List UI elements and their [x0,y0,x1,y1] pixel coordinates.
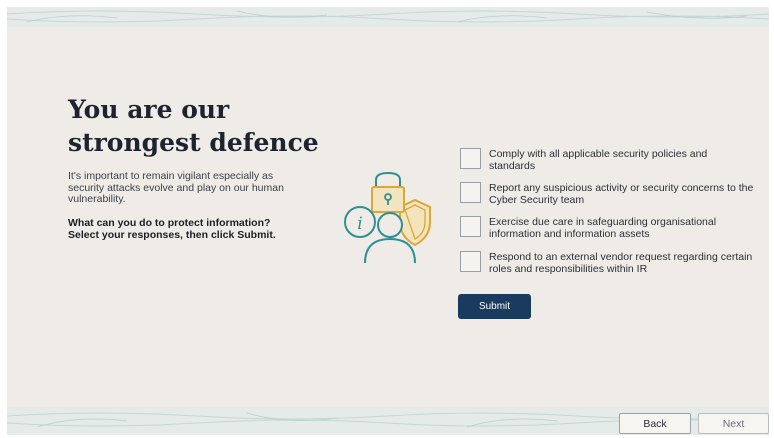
option-comply[interactable]: Comply with all applicable security poli… [460,148,760,174]
checkbox-vendor-request[interactable] [460,251,481,272]
top-decorative-band [7,7,769,27]
slide: You are our strongest defence It's impor… [7,7,769,435]
padlock-icon [371,171,405,213]
next-button[interactable]: Next [698,413,769,434]
page-title: You are our strongest defence [68,93,319,159]
option-vendor-request[interactable]: Respond to an external vendor request re… [460,251,760,277]
option-report[interactable]: Report any suspicious activity or securi… [460,182,760,208]
option-due-care[interactable]: Exercise due care in safeguarding organi… [460,216,760,242]
checkbox-report[interactable] [460,182,481,203]
option-label: Respond to an external vendor request re… [489,251,753,275]
page-title-line-2: strongest defence [68,128,319,157]
page-title-line-1: You are our [68,95,230,124]
security-illustration: i [344,171,431,263]
instruction-text: What can you do to protect information? … [68,217,276,241]
submit-button[interactable]: Submit [458,294,531,319]
option-label: Exercise due care in safeguarding organi… [489,216,717,240]
svg-text:i: i [357,214,362,234]
checkbox-due-care[interactable] [460,216,481,237]
option-label: Comply with all applicable security poli… [489,148,708,172]
back-button[interactable]: Back [619,413,691,434]
intro-text: It's important to remain vigilant especi… [68,170,284,205]
checkbox-comply[interactable] [460,148,481,169]
info-icon: i [344,206,376,238]
option-label: Report any suspicious activity or securi… [489,182,754,206]
